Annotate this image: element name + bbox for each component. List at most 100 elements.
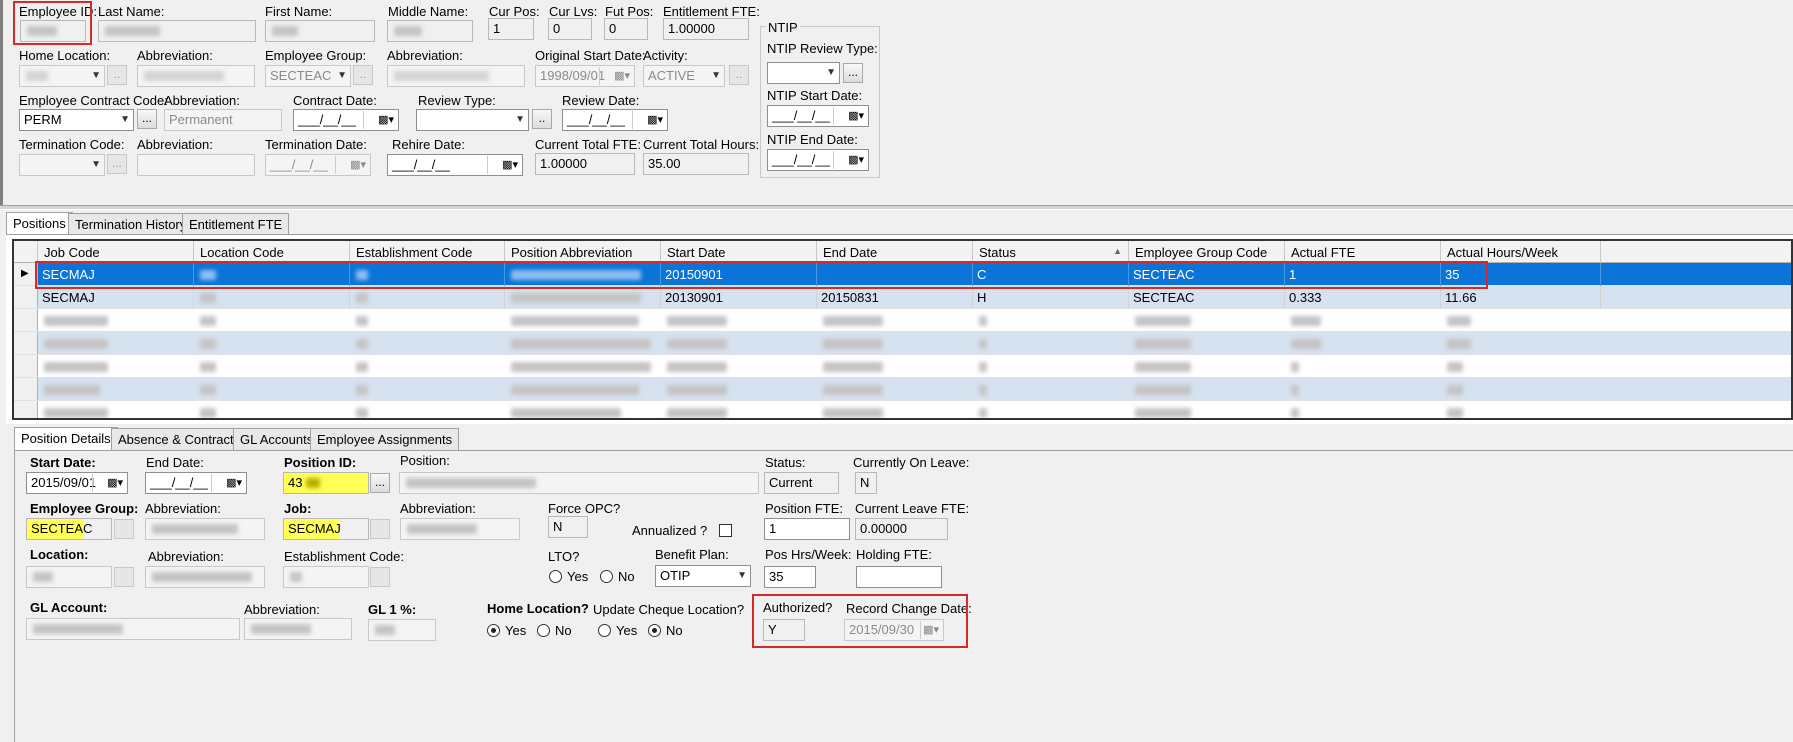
activity-lookup-button[interactable]: .. <box>729 65 749 85</box>
establishment-lookup-button[interactable] <box>370 567 390 587</box>
job-abbreviation-label: Abbreviation: <box>400 501 476 516</box>
detail-end-date-field[interactable]: ___/__/__ ▩▾ <box>145 472 247 494</box>
calendar-icon: ▩▾ <box>599 67 633 85</box>
termination-code-select[interactable]: ▼ <box>19 154 105 176</box>
calendar-icon[interactable]: ▩▾ <box>833 151 867 169</box>
row-indicator[interactable] <box>14 332 38 354</box>
termination-date-field[interactable]: ___/__/__ ▩▾ <box>265 154 371 176</box>
tab-employee-assignments[interactable]: Employee Assignments <box>310 428 460 450</box>
table-row[interactable] <box>14 332 1791 355</box>
ntip-end-date-field[interactable]: ___/__/__ ▩▾ <box>767 149 869 171</box>
table-row[interactable] <box>14 309 1791 332</box>
calendar-icon[interactable]: ▩▾ <box>363 111 397 129</box>
cell-actual-hours: 11.66 <box>1441 286 1601 309</box>
splitter[interactable] <box>0 205 1793 210</box>
holding-fte-field[interactable] <box>856 566 942 588</box>
detail-location-lookup-button[interactable] <box>114 567 134 587</box>
calendar-icon[interactable]: ▩▾ <box>833 107 867 125</box>
col-position-abbreviation[interactable]: Position Abbreviation <box>505 241 661 263</box>
original-start-field[interactable]: 1998/09/01 ▩▾ <box>535 65 635 87</box>
pos-hrs-field[interactable]: 35 <box>764 566 816 588</box>
home-location-no-radio[interactable] <box>537 624 550 637</box>
position-id-field[interactable]: 43 <box>283 472 369 494</box>
termination-code-lookup-button[interactable]: ... <box>107 154 127 174</box>
job-field[interactable]: SECMAJ <box>283 518 369 540</box>
col-employee-group-code[interactable]: Employee Group Code <box>1129 241 1285 263</box>
col-location-code[interactable]: Location Code <box>194 241 350 263</box>
col-job-code[interactable]: Job Code <box>38 241 194 263</box>
detail-start-date-label: Start Date: <box>30 455 96 470</box>
review-type-lookup-button[interactable]: .. <box>532 109 552 129</box>
row-indicator[interactable] <box>14 309 38 331</box>
col-establishment-code[interactable]: Establishment Code <box>350 241 505 263</box>
home-location-yes-radio[interactable] <box>487 624 500 637</box>
row-indicator[interactable] <box>14 286 38 308</box>
current-total-hours-label: Current Total Hours: <box>643 137 760 152</box>
table-row[interactable] <box>14 401 1791 418</box>
table-row[interactable]: SECMAJ 20130901 20150831 H SECTEAC 0.333… <box>14 286 1791 309</box>
middle-name-field[interactable] <box>387 20 473 42</box>
home-location-lookup-button[interactable]: .. <box>107 65 127 85</box>
gl-pct-label: GL 1 %: <box>368 602 417 617</box>
calendar-icon[interactable]: ▩▾ <box>92 474 126 492</box>
ntip-review-type-select[interactable]: ▼ <box>767 62 840 84</box>
update-cheque-yes-radio[interactable] <box>598 624 611 637</box>
contract-date-field[interactable]: ___/__/__ ▩▾ <box>293 109 399 131</box>
tab-gl-accounts[interactable]: GL Accounts <box>233 428 321 450</box>
calendar-icon[interactable]: ▩▾ <box>487 156 521 174</box>
activity-select[interactable]: ACTIVE ▼ <box>643 65 725 87</box>
review-type-select[interactable]: ▼ <box>416 109 529 131</box>
col-status[interactable]: Status ▲ <box>973 241 1129 263</box>
gl-account-field <box>26 618 240 640</box>
ntip-start-date-field[interactable]: ___/__/__ ▩▾ <box>767 105 869 127</box>
calendar-icon[interactable]: ▩▾ <box>632 111 666 129</box>
calendar-icon[interactable]: ▩▾ <box>211 474 245 492</box>
lto-no-radio[interactable] <box>600 570 613 583</box>
detail-group-abbreviation-label: Abbreviation: <box>145 501 221 516</box>
employee-group-select[interactable]: SECTEAC ▼ <box>265 65 351 87</box>
update-cheque-no-radio[interactable] <box>648 624 661 637</box>
position-fte-label: Position FTE: <box>765 501 844 516</box>
row-indicator[interactable] <box>14 401 38 418</box>
position-id-lookup-button[interactable]: ... <box>370 473 390 493</box>
table-row[interactable] <box>14 355 1791 378</box>
tab-position-details[interactable]: Position Details <box>14 427 118 450</box>
annualized-checkbox[interactable] <box>719 524 732 537</box>
tab-termination-history[interactable]: Termination History <box>68 213 194 235</box>
contract-code-select[interactable]: PERM ▼ <box>19 109 134 131</box>
last-name-field[interactable] <box>98 20 256 42</box>
positions-grid[interactable]: Job Code Location Code Establishment Cod… <box>12 239 1793 420</box>
row-indicator[interactable] <box>14 378 38 400</box>
establishment-field[interactable] <box>283 566 369 588</box>
contract-code-lookup-button[interactable]: ... <box>137 109 157 129</box>
job-lookup-button[interactable] <box>370 519 390 539</box>
detail-start-date-field[interactable]: 2015/09/01 ▩▾ <box>26 472 128 494</box>
rehire-date-field[interactable]: ___/__/__ ▩▾ <box>387 154 523 176</box>
detail-location-field[interactable] <box>26 566 112 588</box>
detail-employee-group-lookup-button[interactable] <box>114 519 134 539</box>
col-end-date[interactable]: End Date <box>817 241 973 263</box>
tab-absence-contracts[interactable]: Absence & Contracts <box>111 428 248 450</box>
tab-entitlement-fte[interactable]: Entitlement FTE <box>182 213 290 235</box>
position-fte-field[interactable]: 1 <box>764 518 850 540</box>
col-start-date[interactable]: Start Date <box>661 241 817 263</box>
row-indicator[interactable]: ▶ <box>14 263 38 285</box>
tab-positions[interactable]: Positions <box>6 212 73 235</box>
ntip-review-type-lookup-button[interactable]: ... <box>843 63 863 83</box>
home-location-select[interactable]: ▼ <box>19 65 105 87</box>
chevron-down-icon: ▼ <box>711 70 721 81</box>
benefit-plan-select[interactable]: OTIP ▼ <box>655 565 751 587</box>
detail-employee-group-field[interactable]: SECTEAC <box>26 518 112 540</box>
employee-id-field[interactable] <box>20 20 86 42</box>
on-leave-label: Currently On Leave: <box>853 455 970 470</box>
table-row[interactable]: ▶ SECMAJ 20150901 C SECTEAC 1 35 <box>14 263 1791 286</box>
table-row[interactable] <box>14 378 1791 401</box>
lto-yes-radio[interactable] <box>549 570 562 583</box>
employee-group-lookup-button[interactable]: .. <box>353 65 373 85</box>
col-actual-fte[interactable]: Actual FTE <box>1285 241 1441 263</box>
row-indicator[interactable] <box>14 355 38 377</box>
lto-yes-label: Yes <box>567 569 589 584</box>
first-name-field[interactable] <box>265 20 375 42</box>
review-date-field[interactable]: ___/__/__ ▩▾ <box>562 109 668 131</box>
col-actual-hours[interactable]: Actual Hours/Week <box>1441 241 1601 263</box>
